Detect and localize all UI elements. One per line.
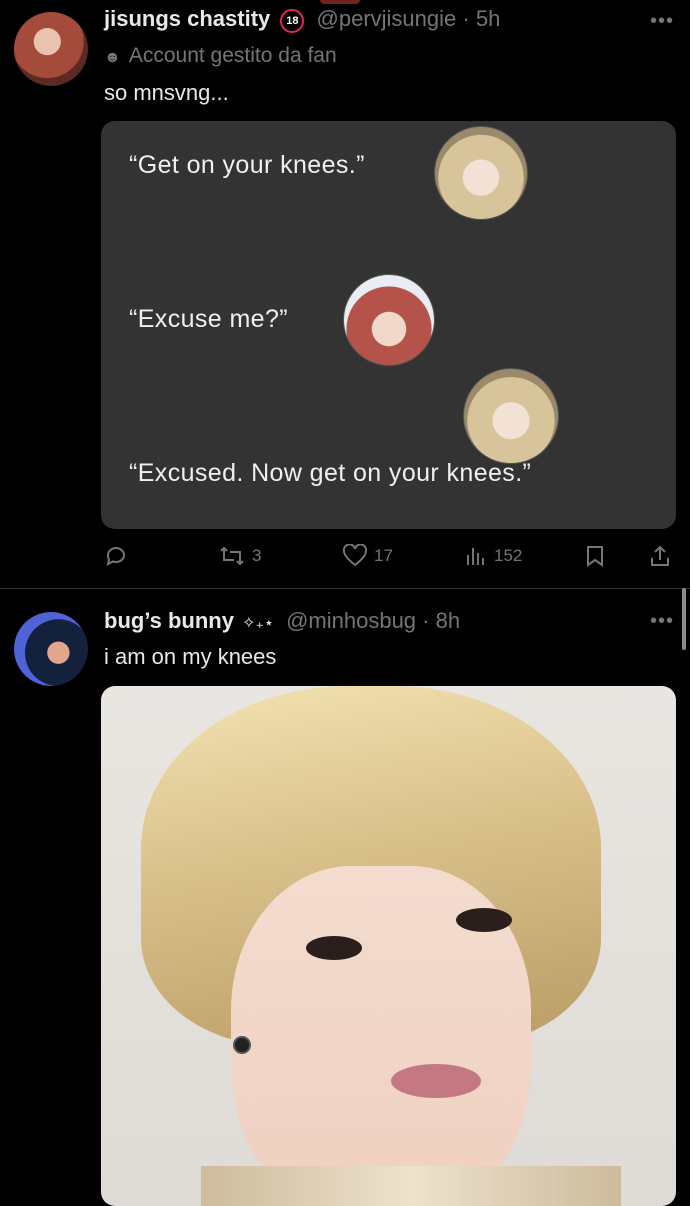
card-line: “Get on your knees.”	[129, 151, 365, 179]
avatar[interactable]	[14, 12, 88, 86]
separator: ·	[462, 6, 470, 31]
media-image[interactable]: “Get on your knees.” “Excuse me?” “Excus…	[101, 121, 676, 529]
avatar[interactable]	[14, 612, 88, 686]
more-dots-icon[interactable]: •••	[650, 10, 674, 33]
views-count: 152	[494, 546, 523, 565]
display-name[interactable]: bug’s bunny	[104, 608, 234, 633]
share-button[interactable]	[648, 536, 672, 576]
fan-account-label: ☻ Account gestito da fan	[104, 44, 337, 68]
retweet-button[interactable]: 3	[218, 536, 261, 576]
divider	[0, 588, 690, 589]
retweet-icon	[220, 546, 244, 566]
retweet-count: 3	[252, 546, 262, 565]
handle[interactable]: @pervjisungie	[317, 6, 457, 31]
timestamp[interactable]: 8h	[436, 608, 460, 633]
share-icon	[651, 545, 669, 566]
bookmark-icon	[587, 546, 603, 567]
photo-eye	[456, 908, 512, 932]
tweet-header: bug’s bunny ✧₊⋆ @minhosbug · 8h	[104, 608, 460, 634]
heart-icon	[342, 544, 368, 567]
tweet-header: jisungs chastity 18 @pervjisungie · 5h	[104, 6, 500, 33]
fan-account-text: Account gestito da fan	[128, 44, 337, 67]
separator: ·	[422, 608, 430, 633]
bookmark-button[interactable]	[584, 536, 606, 576]
photo-earring	[233, 1036, 251, 1054]
like-button[interactable]: 17	[342, 536, 393, 576]
reply-icon	[106, 547, 125, 566]
handle[interactable]: @minhosbug	[286, 608, 416, 633]
more-dots-icon[interactable]: •••	[650, 610, 674, 633]
views-icon	[467, 548, 484, 565]
mask-icon: ☻	[104, 49, 121, 66]
action-bar: 3 17 152	[0, 536, 690, 580]
face-sticker	[434, 126, 528, 220]
photo-lips	[391, 1064, 481, 1098]
card-line: “Excused. Now get on your knees.”	[129, 459, 532, 487]
media-photo[interactable]	[101, 686, 676, 1206]
tweet[interactable]: bug’s bunny ✧₊⋆ @minhosbug · 8h ••• i am…	[0, 590, 690, 1206]
views-button[interactable]: 152	[464, 536, 522, 576]
face-sticker	[343, 274, 435, 366]
sparkles-icon: ✧₊⋆	[242, 615, 274, 632]
timestamp[interactable]: 5h	[476, 6, 500, 31]
age-restricted-badge-icon: 18	[280, 9, 305, 33]
photo-eye	[306, 936, 362, 960]
photo-collar	[201, 1166, 621, 1206]
face-sticker	[463, 368, 559, 464]
card-line: “Excuse me?”	[129, 305, 289, 333]
reply-button[interactable]	[104, 536, 128, 576]
tweet[interactable]: jisungs chastity 18 @pervjisungie · 5h •…	[0, 0, 690, 588]
display-name[interactable]: jisungs chastity	[104, 6, 270, 31]
tweet-text: i am on my knees	[104, 644, 277, 669]
scrollbar[interactable]	[682, 588, 686, 650]
tweet-text: so mnsvng...	[104, 80, 229, 105]
like-count: 17	[374, 546, 393, 565]
